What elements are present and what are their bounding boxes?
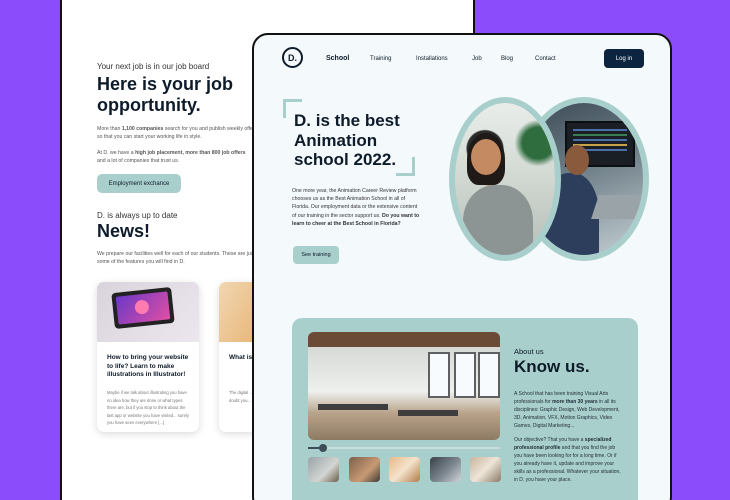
nav-school[interactable]: School — [326, 55, 349, 62]
gallery-thumbnail[interactable] — [389, 457, 420, 482]
tablet-illustration — [111, 286, 175, 330]
front-page-mockup: D. School Training Installations Job Blo… — [252, 33, 672, 500]
gallery-thumbnail[interactable] — [308, 457, 339, 482]
job-board-paragraph-2: At D. we have a high job placement, more… — [97, 150, 246, 164]
about-section: About us Know us. A School that has been… — [292, 318, 638, 500]
about-paragraph-2: Our objective? That you have a specializ… — [514, 437, 621, 483]
news-card[interactable]: How to bring your website to life? Learn… — [97, 282, 199, 432]
bracket-decoration-bottom — [396, 157, 415, 176]
see-training-button[interactable]: See training — [293, 246, 339, 264]
nav-job[interactable]: Job — [472, 56, 482, 62]
news-card-text: Maybe if we talk about illustrating you … — [107, 390, 189, 425]
job-board-kicker: Your next job is in our job board — [97, 62, 210, 71]
gallery-thumbnail[interactable] — [430, 457, 461, 482]
news-paragraph: We prepare our facilities well for each … — [97, 251, 255, 265]
about-title: Know us. — [514, 357, 590, 376]
news-card-title[interactable]: How to bring your website to life? Learn… — [107, 354, 192, 380]
job-board-paragraph-1: More than 1,100 companies search for you… — [97, 126, 258, 140]
employment-exchange-button[interactable]: Employment exchance — [97, 174, 181, 193]
login-button[interactable]: Log in — [604, 49, 644, 68]
nav-training[interactable]: Training — [370, 56, 391, 62]
office-photo — [308, 332, 500, 440]
gallery-slider[interactable] — [308, 444, 500, 452]
nav-blog[interactable]: Blog — [501, 56, 513, 62]
logo[interactable]: D. — [282, 47, 303, 68]
about-kicker: About us — [514, 347, 544, 356]
news-title: News! — [97, 221, 151, 241]
hero-paragraph: One more year, the Animation Career Revi… — [292, 188, 420, 227]
news-card-image — [97, 282, 199, 342]
nav-contact[interactable]: Contact — [535, 56, 556, 62]
slider-handle[interactable] — [319, 444, 328, 452]
nav-installations[interactable]: Installations — [416, 56, 448, 62]
gallery-thumbnail[interactable] — [470, 457, 501, 482]
about-paragraph-1: A School that has been training Visual A… — [514, 391, 620, 429]
news-kicker: D. is always up to date — [97, 211, 178, 220]
gallery-thumbnail[interactable] — [349, 457, 380, 482]
student-reading-photo — [449, 97, 561, 261]
